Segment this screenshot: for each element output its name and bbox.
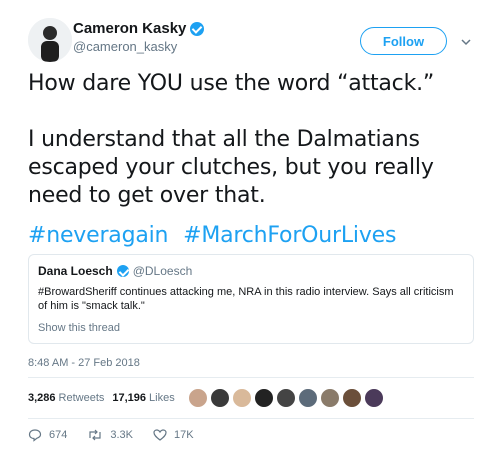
- liker-avatar[interactable]: [276, 388, 296, 408]
- likes-count: 17,196: [112, 392, 147, 404]
- likes-label: Likes: [149, 392, 175, 404]
- tweet-actions: 674 3.3K 17K: [28, 428, 214, 442]
- divider: [28, 418, 474, 419]
- retweet-count: 3.3K: [110, 429, 133, 441]
- likers-avatars: [188, 388, 386, 408]
- like-button[interactable]: 17K: [153, 428, 194, 442]
- show-thread-link[interactable]: Show this thread: [38, 322, 120, 334]
- reply-icon: [28, 429, 42, 442]
- quoted-tweet-text: #BrowardSheriff continues attacking me, …: [38, 286, 454, 312]
- quoted-tweet[interactable]: Dana Loesch @DLoesch #BrowardSheriff con…: [28, 254, 474, 344]
- liker-avatar[interactable]: [232, 388, 252, 408]
- tweet-line-2: I understand that all the Dalmatians esc…: [28, 127, 434, 208]
- liker-avatar[interactable]: [298, 388, 318, 408]
- quoted-author-handle: @DLoesch: [132, 264, 193, 278]
- retweets-count: 3,286: [28, 392, 56, 404]
- reply-count: 674: [49, 429, 68, 441]
- quoted-author-name: Dana Loesch: [38, 264, 113, 278]
- author-handle[interactable]: @cameron_kasky: [73, 39, 177, 54]
- hashtag-link[interactable]: #neveragain: [28, 223, 168, 248]
- retweets-stat[interactable]: 3,286 Retweets: [28, 392, 104, 404]
- tweet-timestamp[interactable]: 8:48 AM - 27 Feb 2018: [28, 357, 140, 369]
- liker-avatar[interactable]: [254, 388, 274, 408]
- tweet-line-1: How dare YOU use the word “attack.”: [28, 71, 435, 96]
- quoted-author-row: Dana Loesch @DLoesch: [38, 264, 192, 278]
- liker-avatar[interactable]: [188, 388, 208, 408]
- retweets-label: Retweets: [58, 392, 105, 404]
- like-count: 17K: [174, 429, 194, 441]
- retweet-button[interactable]: 3.3K: [87, 428, 133, 442]
- liker-avatar[interactable]: [364, 388, 384, 408]
- follow-button[interactable]: Follow: [360, 27, 447, 55]
- likes-stat[interactable]: 17,196 Likes: [112, 392, 174, 404]
- liker-avatar[interactable]: [342, 388, 362, 408]
- retweet-icon: [89, 429, 101, 441]
- hashtag-link[interactable]: #MarchForOurLives: [183, 223, 396, 248]
- verified-icon: [190, 21, 205, 36]
- author-name-row[interactable]: Cameron Kasky: [73, 20, 205, 37]
- verified-icon: [116, 265, 129, 277]
- author-avatar[interactable]: [28, 18, 72, 62]
- author-name[interactable]: Cameron Kasky: [73, 20, 186, 37]
- liker-avatar[interactable]: [210, 388, 230, 408]
- tweet-hashtags: #neveragain #MarchForOurLives: [28, 222, 404, 250]
- heart-icon: [153, 429, 167, 441]
- reply-button[interactable]: 674: [28, 428, 67, 442]
- chevron-down-icon[interactable]: [461, 34, 471, 46]
- liker-avatar[interactable]: [320, 388, 340, 408]
- tweet-text: How dare YOU use the word “attack.” I un…: [28, 70, 468, 238]
- divider: [28, 377, 474, 378]
- tweet-stats: 3,286 Retweets 17,196 Likes: [28, 392, 175, 404]
